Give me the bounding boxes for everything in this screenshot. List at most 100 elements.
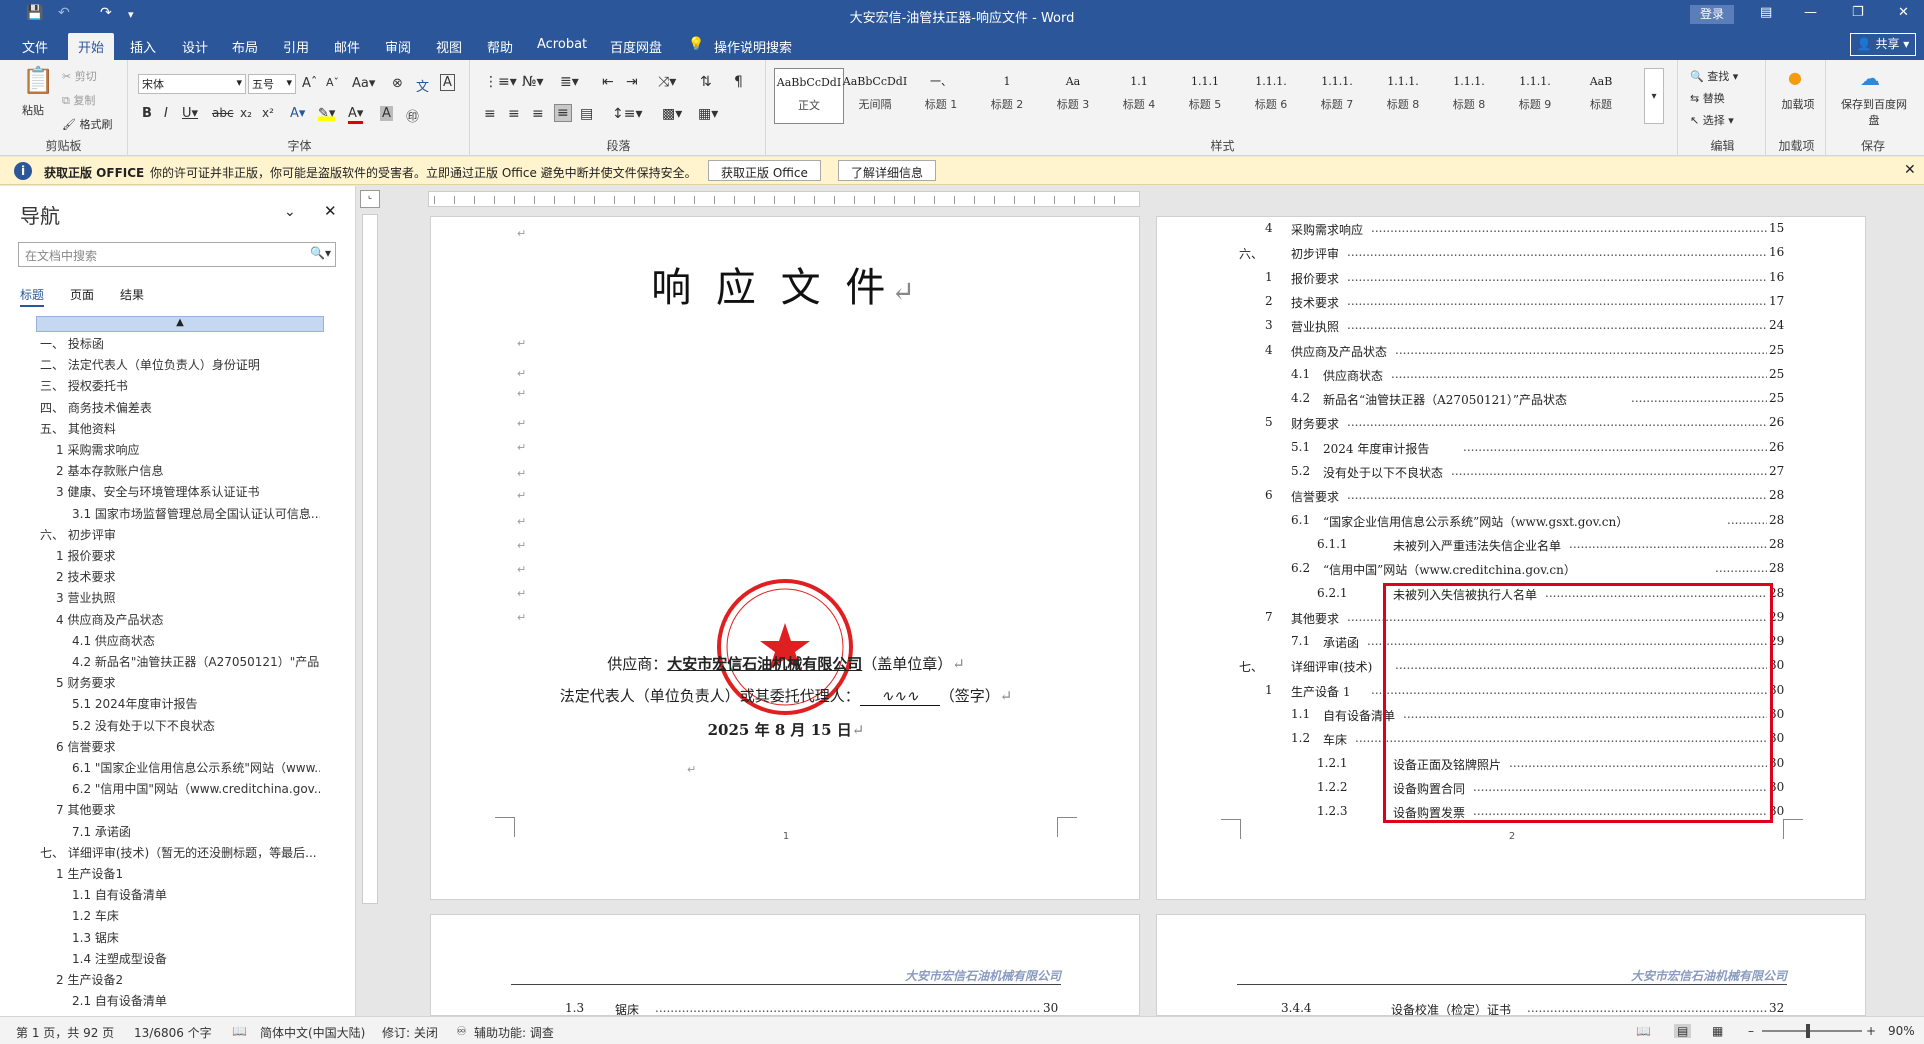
zoom-out-icon[interactable]: – [1748,1024,1754,1038]
nav-heading-item[interactable]: ▷1.2 车床 [72,906,320,926]
nav-search-input[interactable]: 在文档中搜索 🔍▾ [18,242,336,267]
align-center-icon[interactable]: ≡ [508,106,520,122]
phonetic-icon[interactable]: 文 [416,76,429,95]
get-genuine-button[interactable]: 获取正版 Office [708,160,821,181]
zoom-level[interactable]: 90% [1888,1024,1915,1038]
ribbon-display-icon[interactable]: ▤ [1760,5,1772,20]
nav-heading-item[interactable]: 4.1 供应商状态 [72,631,320,651]
tab-acrobat[interactable]: Acrobat [537,37,587,52]
font-size-select[interactable]: 五号 ▾ [248,74,296,94]
nav-tab-pages[interactable]: 页面 [70,286,94,303]
numbering-icon[interactable]: №▾ [522,74,544,90]
read-mode-icon[interactable]: 📖 [1636,1024,1651,1038]
toc-entry[interactable]: 6.1.1 未被列入严重违法失信企业名单.....................… [1157,537,1865,561]
track-changes[interactable]: 修订: 关闭 [382,1024,438,1041]
style-item[interactable]: 1 标题 2 [972,68,1042,124]
bold-icon[interactable]: B [142,106,152,121]
enclose-char-icon[interactable]: ㊞ [406,106,419,125]
decrease-indent-icon[interactable]: ⇤ [602,74,614,90]
clear-format-icon[interactable]: ⊗ [392,76,403,91]
tab-insert[interactable]: 插入 [130,37,156,56]
text-effects-icon[interactable]: A▾ [290,106,305,121]
show-marks-icon[interactable]: ¶ [734,74,743,90]
style-item[interactable]: Aa 标题 3 [1038,68,1108,124]
style-item[interactable]: 1.1.1. 标题 8 [1368,68,1438,124]
borders-icon[interactable]: ▦▾ [698,106,718,122]
nav-heading-item[interactable]: 1.1 自有设备清单 [72,885,320,905]
horizontal-ruler[interactable]: | | | | | | | | | | | | | | | | | | | | | | | | | | | | | | | | | | | [428,191,1140,207]
style-item[interactable]: 1.1.1. 标题 8 [1434,68,1504,124]
zoom-slider-thumb[interactable] [1806,1024,1810,1038]
shrink-font-icon[interactable]: Aˇ [326,76,339,89]
nav-options-icon[interactable]: ⌄ [284,204,296,220]
toc-entry[interactable]: 4.1 供应商状态................................… [1157,367,1865,391]
login-button[interactable]: 登录 [1690,5,1734,24]
copy-button[interactable]: ⧉ 复制 [62,92,95,108]
nav-heading-item[interactable]: 5.1 2024年度审计报告 [72,694,320,714]
distributed-icon[interactable]: ▤ [580,106,593,122]
nav-heading-item[interactable]: ▷6.1 "国家企业信用信息公示系统"网站（www.... [72,758,320,778]
tell-me-search[interactable]: 操作说明搜索 [714,37,792,56]
toc-entry[interactable]: 6.1 “国家企业信用信息公示系统”网站（www.gsxt.gov.cn）....… [1157,513,1865,537]
toc-entry[interactable]: 6.2 “信用中国”网站（www.creditchina.gov.cn）.....… [1157,561,1865,585]
nav-heading-item[interactable]: ◢七、 详细评审(技术)（暂无的还没删标题，等最后... [40,843,320,863]
paste-button[interactable]: 粘贴 [22,102,44,118]
share-button[interactable]: 👤 共享 ▾ [1850,33,1916,56]
language[interactable]: 简体中文(中国大陆) [260,1024,365,1041]
nav-heading-item[interactable]: ◢7 其他要求 [56,800,320,820]
print-layout-icon[interactable]: ▤ [1674,1024,1692,1038]
tab-layout[interactable]: 布局 [232,37,258,56]
styles-scroll-icon[interactable]: ▾ [1644,68,1664,124]
multilevel-list-icon[interactable]: ≣▾ [560,74,579,90]
toc-entry[interactable]: 1 报价要求...................................… [1157,270,1865,294]
strikethrough-icon[interactable]: abc [212,106,234,120]
vertical-ruler[interactable] [362,214,378,904]
nav-heading-item[interactable]: ◢六、 初步评审 [40,525,320,545]
find-button[interactable]: 🔍 查找 ▾ [1690,68,1738,84]
change-case-icon[interactable]: Aa▾ [352,76,375,91]
page-2[interactable]: 4 采购需求响应.................................… [1156,216,1866,900]
toc-entry[interactable]: 5.2 没有处于以下不良状态...........................… [1157,464,1865,488]
style-item[interactable]: 1.1.1. 标题 7 [1302,68,1372,124]
nav-heading-item[interactable]: 3 营业执照 [56,588,320,608]
nav-scroll-up-icon[interactable]: ▲ [36,316,324,332]
tab-design[interactable]: 设计 [182,37,208,56]
search-icon[interactable]: 🔍▾ [310,246,331,260]
nav-heading-item[interactable]: ▷1.3 锯床 [72,928,320,948]
zoom-in-icon[interactable]: + [1866,1024,1876,1038]
web-layout-icon[interactable]: ▦ [1712,1024,1723,1038]
nav-heading-item[interactable]: 1 报价要求 [56,546,320,566]
chinese-layout-icon[interactable]: ⤨▾ [658,74,676,90]
tab-mailings[interactable]: 邮件 [334,37,360,56]
tab-selector-icon[interactable]: ⌞ [360,190,380,208]
tab-baidu[interactable]: 百度网盘 [610,37,662,56]
nav-heading-item[interactable]: ◢6 信誉要求 [56,737,320,757]
toc-entry[interactable]: 5.1 2024 年度审计报告..........................… [1157,440,1865,464]
nav-tab-headings[interactable]: 标题 [20,286,45,307]
toc-entry[interactable]: 4 供应商及产品状态...............................… [1157,343,1865,367]
page-1[interactable]: ↵ ↵ ↵ ↵ ↵ ↵ ↵ ↵ ↵ ↵ ↵ ↵ ↵ ↵ 响 应 文 件↵ 供应商：大安市宏信石油机械有限公… [430,216,1140,900]
nav-heading-item[interactable]: ◢2 生产设备2 [56,970,320,990]
nav-heading-item[interactable]: 3.1 国家市场监督管理总局全国认证认可信息... [72,504,320,524]
toc-entry[interactable]: 4.2 新品名“油管扶正器（A27050121）”产品状态............… [1157,391,1865,415]
nav-heading-item[interactable]: ◢5 财务要求 [56,673,320,693]
paste-icon[interactable]: 📋 [22,66,54,96]
nav-heading-item[interactable]: 7.1 承诺函 [72,822,320,842]
char-shading-icon[interactable]: A [380,106,393,121]
toc-entry[interactable]: 4 采购需求响应.................................… [1157,221,1865,245]
tab-view[interactable]: 视图 [436,37,462,56]
word-count[interactable]: 13/6806 个字 [134,1024,212,1041]
restore-icon[interactable]: ❐ [1852,5,1864,20]
select-button[interactable]: ↖ 选择 ▾ [1690,112,1734,128]
accessibility-status[interactable]: 辅助功能: 调查 [474,1024,554,1041]
tab-home[interactable]: 开始 [68,33,115,60]
toc-entry[interactable]: 3 营业执照...................................… [1157,318,1865,342]
baidu-cloud-icon[interactable]: ☁ [1860,66,1880,90]
cut-button[interactable]: ✂ 剪切 [62,68,97,84]
justify-icon[interactable]: ≡ [554,104,572,122]
close-message-icon[interactable]: ✕ [1904,162,1916,178]
learn-more-button[interactable]: 了解详细信息 [838,160,937,181]
font-color-icon[interactable]: A▾ [348,106,364,124]
proofing-icon[interactable]: 📖 [232,1024,247,1038]
nav-heading-item[interactable]: ▷1.4 注塑成型设备 [72,949,320,969]
